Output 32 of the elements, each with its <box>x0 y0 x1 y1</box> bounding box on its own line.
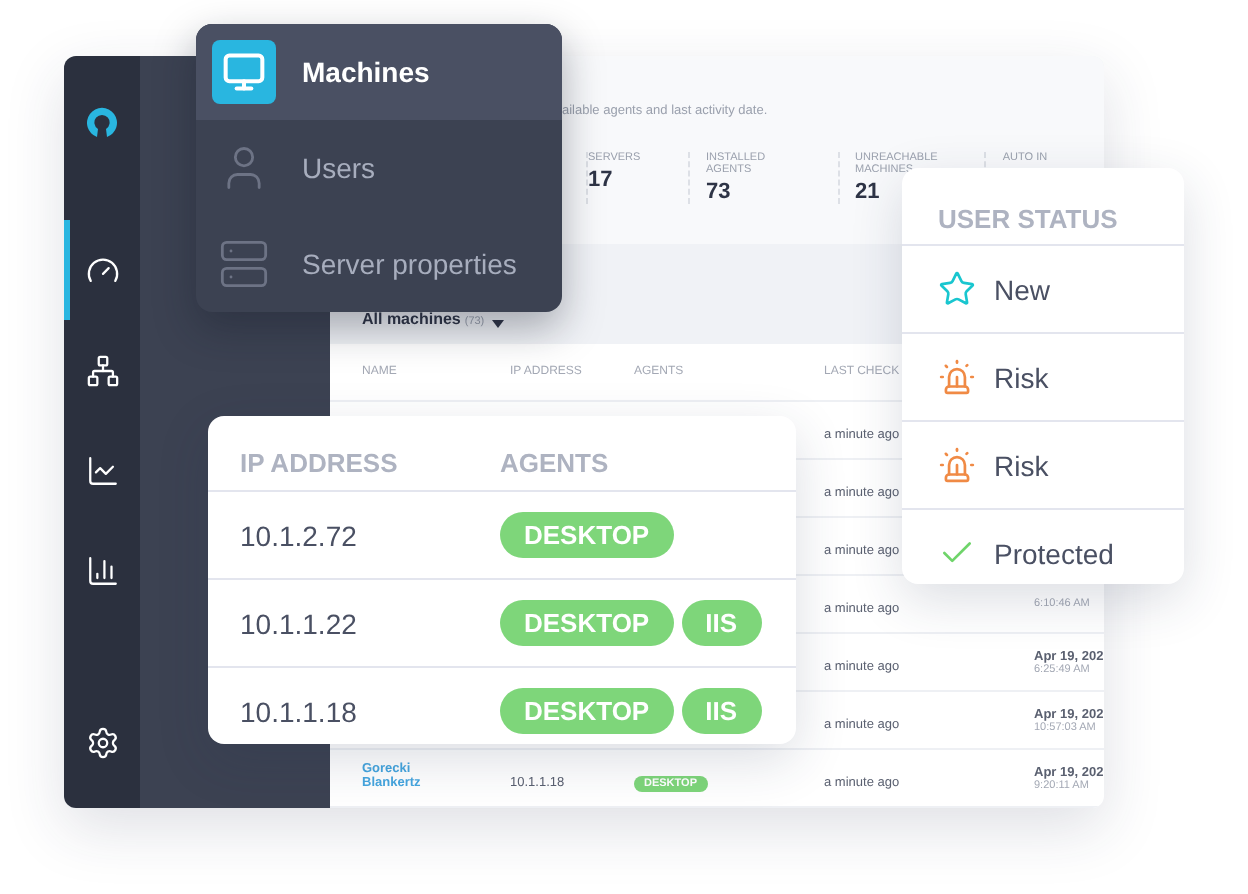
status-label: Risk <box>994 361 1049 393</box>
column-header: IP ADDRESS <box>240 448 400 478</box>
stat-value: 73 <box>706 180 733 204</box>
monitor-icon <box>212 40 276 104</box>
status-label: Protected <box>994 537 1114 569</box>
caret-icon <box>492 320 505 328</box>
agent-badge: DESKTOP <box>500 512 674 558</box>
agent-badge: DESKTOP <box>500 600 674 646</box>
menu-item[interactable]: Users <box>196 120 562 216</box>
status-label: New <box>994 273 1051 305</box>
menu-item[interactable]: Server properties <box>196 216 562 312</box>
logo-icon <box>84 104 120 140</box>
line-chart-icon <box>85 453 119 487</box>
siren-icon <box>938 446 976 484</box>
star-icon <box>938 270 976 308</box>
agent-badge: IIS <box>681 688 762 734</box>
agent-badge: DESKTOP <box>500 688 674 734</box>
settings-icon <box>85 725 119 759</box>
ip-address: 10.1.1.18 <box>240 695 359 727</box>
agent-badge: IIS <box>681 600 762 646</box>
ip-address: 10.1.2.72 <box>240 519 359 551</box>
sitemap-icon <box>85 353 119 387</box>
stat-value: 17 <box>588 168 615 192</box>
stat-value: 21 <box>855 180 882 204</box>
filter-dropdown[interactable]: All machines <box>362 310 461 328</box>
siren-icon <box>938 358 976 396</box>
gauge-icon <box>85 253 119 287</box>
bar-chart-icon <box>85 553 119 587</box>
column-header: AGENTS <box>500 448 611 478</box>
status-label: Risk <box>994 449 1049 481</box>
ip-address: 10.1.1.22 <box>240 607 359 639</box>
menu-item[interactable]: Machines <box>196 24 562 120</box>
